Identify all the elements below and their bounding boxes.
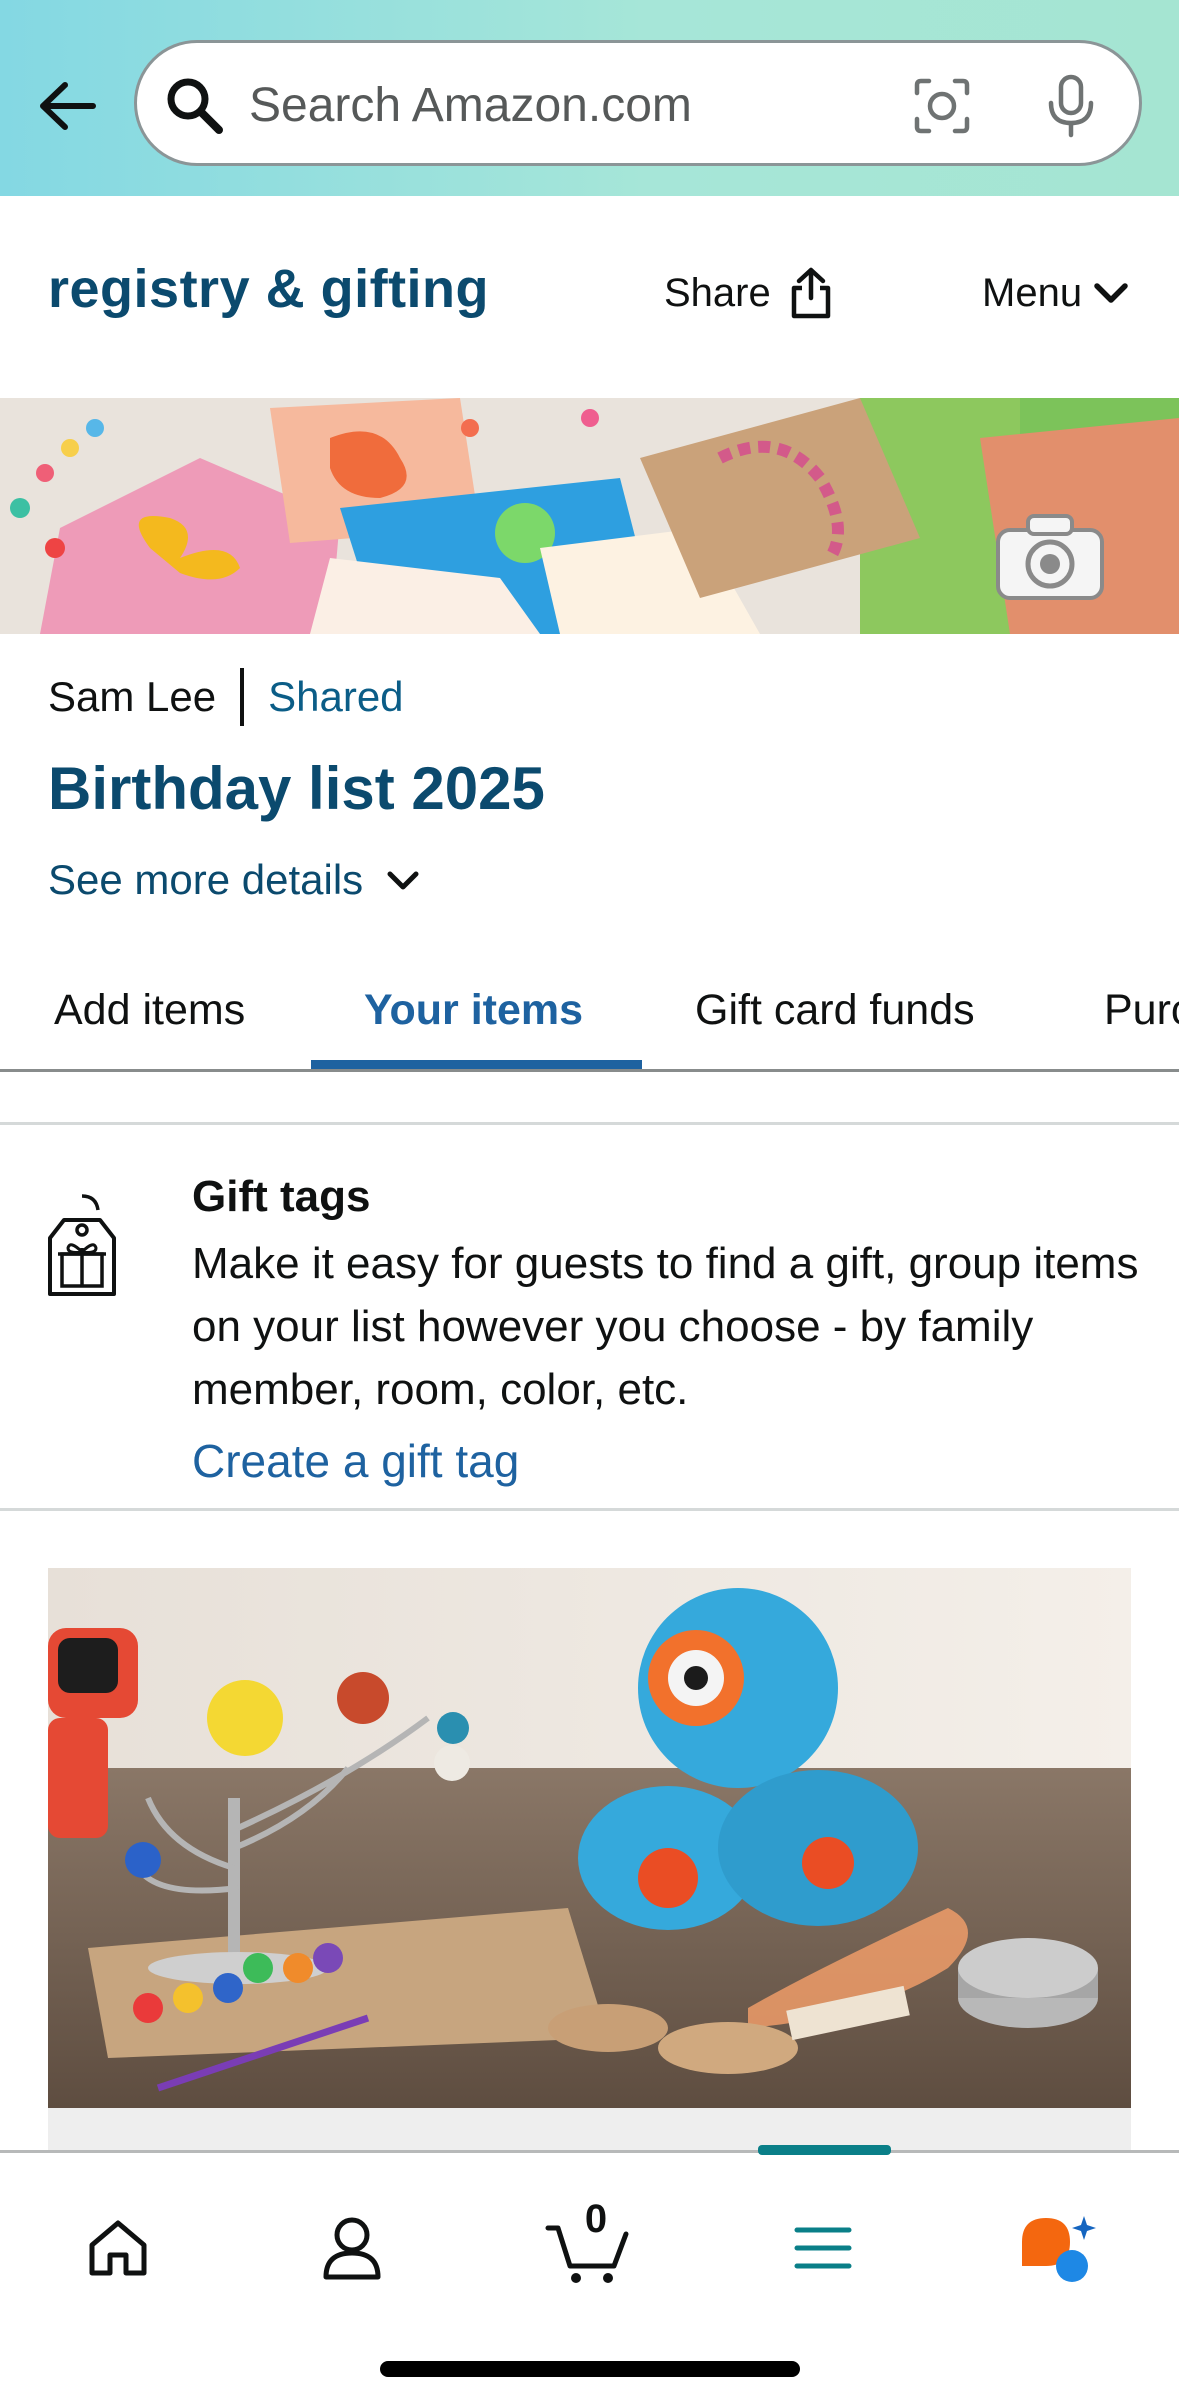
gift-tag-icon [48,1194,116,1296]
account-icon [323,2217,381,2280]
microphone-icon[interactable] [1041,73,1101,139]
back-button[interactable] [30,70,102,142]
nav-cart[interactable]: 0 [528,2193,648,2303]
home-icon [89,2220,147,2276]
camera-icon[interactable] [994,510,1106,602]
nav-rufus[interactable] [996,2193,1116,2303]
list-tabs: Add items Your items Gift card funds Pur… [0,952,1179,1072]
home-indicator [380,2361,800,2377]
registry-title[interactable]: registry & gifting [48,258,489,320]
see-more-details-link[interactable]: See more details [48,856,421,904]
create-gift-tag-link[interactable]: Create a gift tag [192,1434,519,1488]
chevron-down-icon [387,871,419,890]
nav-home[interactable] [58,2193,178,2303]
chevron-down-icon [1094,283,1128,303]
tab-your-items[interactable]: Your items [364,952,583,1069]
share-label: Share [664,270,771,315]
search-box[interactable] [134,40,1142,166]
cart-count: 0 [584,2197,608,2241]
tab-purchases[interactable]: Purc [1104,952,1179,1069]
share-icon [791,267,830,319]
search-input[interactable] [249,63,909,147]
owner-separator [240,668,245,726]
top-search-bar [0,0,1179,196]
see-more-details-label: See more details [48,856,364,903]
nav-active-indicator [758,2145,891,2155]
gift-tags-heading: Gift tags [192,1172,371,1221]
owner-name: Sam Lee [48,673,217,720]
promo-caption-strip [48,2108,1131,2150]
tab-gift-card-funds[interactable]: Gift card funds [695,952,975,1069]
camera-lens-icon[interactable] [911,75,973,137]
share-button[interactable]: Share [664,258,833,328]
list-share-status[interactable]: Shared [268,673,403,721]
nav-account[interactable] [292,2193,412,2303]
hamburger-icon [794,2227,852,2269]
promo-image-toys[interactable] [48,1568,1131,2108]
nav-menu[interactable] [763,2193,883,2303]
search-icon [167,78,223,134]
arrow-left-icon [40,82,96,130]
menu-dropdown-button[interactable]: Menu [982,258,1130,328]
list-owner-row: Sam Lee Shared [48,668,404,726]
active-tab-indicator [311,1060,642,1069]
registry-header: registry & gifting Share Menu [0,196,1179,398]
rufus-ai-icon [1022,2216,1096,2282]
section-divider [0,1508,1179,1511]
menu-label: Menu [982,270,1083,315]
list-title: Birthday list 2025 [48,755,545,822]
bottom-navigation: 0 [0,2145,1179,2396]
tab-add-items[interactable]: Add items [54,952,245,1069]
gift-tags-description: Make it easy for guests to find a gift, … [192,1239,1139,1414]
section-divider [0,1122,1179,1125]
